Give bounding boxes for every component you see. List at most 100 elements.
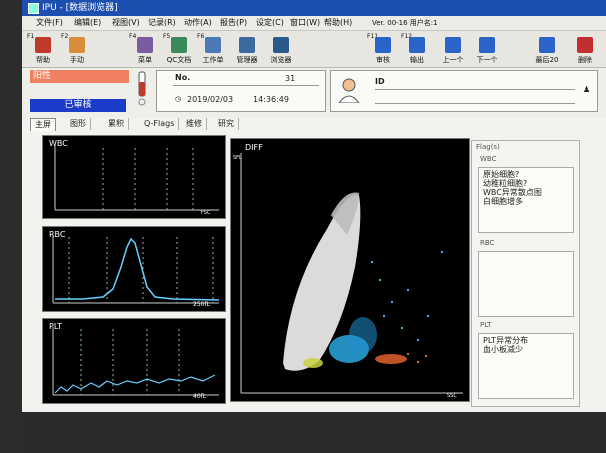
menu-icon <box>137 37 153 53</box>
menu-record[interactable]: 记录(R) <box>148 16 176 30</box>
plt-histogram <box>52 327 219 396</box>
patient-edit-icon[interactable]: ♟ <box>583 85 590 94</box>
scatter-dot <box>407 353 409 355</box>
view-tabs: 主屏 图形 累积 Q-Flags 维修 研究 <box>22 118 606 131</box>
rbc-unit-label: 250fL <box>193 301 210 308</box>
button-label: 手动 <box>70 56 84 64</box>
arrow-down-icon <box>479 37 495 53</box>
qc-doc-icon <box>171 37 187 53</box>
scatter-dots <box>371 251 443 341</box>
fkey-label: F1 <box>27 33 35 40</box>
wbc-histogram-panel: WBC FSC <box>42 135 226 219</box>
button-label: 菜单 <box>138 56 152 64</box>
scatter-dot <box>427 315 429 317</box>
wbc-histogram <box>54 144 219 211</box>
field-divider <box>375 89 575 90</box>
scatter-dot <box>371 261 373 263</box>
menu-view[interactable]: 视图(V) <box>112 16 140 30</box>
tab-main[interactable]: 主屏 <box>30 118 56 131</box>
scatter-dot <box>391 301 393 303</box>
help-button[interactable]: F1 帮助 <box>26 33 60 65</box>
rbc-flags-list <box>478 251 574 317</box>
patient-info-box: ID ♟ <box>330 70 598 112</box>
rbc-histogram-panel: RBC 250fL <box>42 226 226 312</box>
menu-file[interactable]: 文件(F) <box>36 16 63 30</box>
scatter-dot <box>417 339 419 341</box>
menu-report[interactable]: 报告(P) <box>220 16 247 30</box>
fkey-label: F2 <box>61 33 69 40</box>
fkey-label: F6 <box>197 33 205 40</box>
tab-graph[interactable]: 图形 <box>66 118 91 130</box>
rbc-histogram <box>52 235 220 304</box>
tab-qflags[interactable]: Q-Flags <box>140 118 180 130</box>
delete-button[interactable]: 删除 <box>568 33 602 65</box>
manual-hand-icon <box>69 37 85 53</box>
scatter-dot <box>417 361 419 363</box>
last20-icon <box>539 37 555 53</box>
diff-scattergram-panel: DIFF SFL SSC <box>230 138 470 402</box>
scatter-dot <box>425 355 427 357</box>
menu-help[interactable]: 帮助(H) <box>324 16 352 30</box>
title-bar: IPU - [数据浏览器] <box>22 0 606 16</box>
browser-button[interactable]: 浏览器 <box>264 33 298 65</box>
sample-date: 2019/02/03 <box>187 95 234 104</box>
menu-action[interactable]: 动作(A) <box>184 16 212 30</box>
tab-maintenance[interactable]: 维修 <box>182 118 207 130</box>
button-label: 审核 <box>376 56 390 64</box>
field-divider <box>173 85 319 86</box>
menu-window[interactable]: 窗口(W) <box>290 16 320 30</box>
menu-edit[interactable]: 编辑(E) <box>74 16 101 30</box>
wbc-flags-list: 原始细胞? 幼稚粒细胞? WBC异常散点图 白细胞增多 <box>478 167 574 233</box>
menu-settings[interactable]: 设定(C) <box>256 16 284 30</box>
flags-title: Flag(s) <box>476 143 500 151</box>
flags-panel: Flag(s) WBC 原始细胞? 幼稚粒细胞? WBC异常散点图 白细胞增多 … <box>471 140 580 407</box>
clock-icon: ◷ <box>175 95 182 103</box>
lymphocyte-cluster <box>349 317 377 353</box>
worksheet-button[interactable]: F6 工作单 <box>196 33 230 65</box>
manager-icon <box>239 37 255 53</box>
button-label: 管理器 <box>236 56 258 64</box>
scatter-dot <box>383 315 385 317</box>
button-label: 上一个 <box>442 56 464 64</box>
plt-unit-label: 40fL <box>193 393 207 400</box>
fkey-label: F4 <box>129 33 137 40</box>
scatter-dot <box>401 327 403 329</box>
scatter-dot <box>407 289 409 291</box>
tab-research[interactable]: 研究 <box>214 118 239 130</box>
flag-item: WBC异常散点图 <box>483 188 542 197</box>
review-check-icon <box>375 37 391 53</box>
delete-icon <box>577 37 593 53</box>
flag-item: 白细胞增多 <box>483 197 523 206</box>
sample-no-value: 31 <box>285 74 296 83</box>
plt-distribution-curve <box>54 374 216 394</box>
manager-button[interactable]: 管理器 <box>230 33 264 65</box>
patient-id-label: ID <box>375 77 385 86</box>
wbc-flags-label: WBC <box>480 155 497 163</box>
button-label: 删除 <box>578 56 592 64</box>
basophil-cluster <box>303 358 323 368</box>
button-label: 最后20 <box>535 56 559 64</box>
next-button[interactable]: 下一个 <box>470 33 504 65</box>
qc-doc-button[interactable]: F5 QC文档 <box>162 33 196 65</box>
rbc-flags-label: RBC <box>480 239 495 247</box>
plt-histogram-panel: PLT 40fL <box>42 318 226 404</box>
last20-button[interactable]: 最后20 <box>530 33 564 65</box>
tab-cumulative[interactable]: 累积 <box>104 118 129 130</box>
worksheet-icon <box>205 37 221 53</box>
plt-flags-list: PLT异常分布 血小板减少 <box>478 333 574 399</box>
scatter-dots <box>407 353 427 363</box>
field-divider <box>375 103 575 104</box>
screen: IPU - [数据浏览器] 文件(F) 编辑(E) 视图(V) 记录(R) 动作… <box>22 0 606 412</box>
fkey-label: F5 <box>163 33 171 40</box>
previous-button[interactable]: 上一个 <box>436 33 470 65</box>
toolbar: F1 帮助 F2 手动 F4 菜单 F5 QC文档 F6 工作单 管理器 浏览器 F11 审… <box>22 31 606 68</box>
button-label: QC文档 <box>166 56 192 64</box>
diff-x-axis-label: SSC <box>447 393 457 399</box>
arrow-up-icon <box>445 37 461 53</box>
menu-button[interactable]: F4 菜单 <box>128 33 162 65</box>
plt-flags-label: PLT <box>480 321 492 329</box>
review-button[interactable]: F11 审核 <box>366 33 400 65</box>
browser-icon <box>273 37 289 53</box>
manual-button[interactable]: F2 手动 <box>60 33 94 65</box>
output-button[interactable]: F12 输出 <box>400 33 434 65</box>
